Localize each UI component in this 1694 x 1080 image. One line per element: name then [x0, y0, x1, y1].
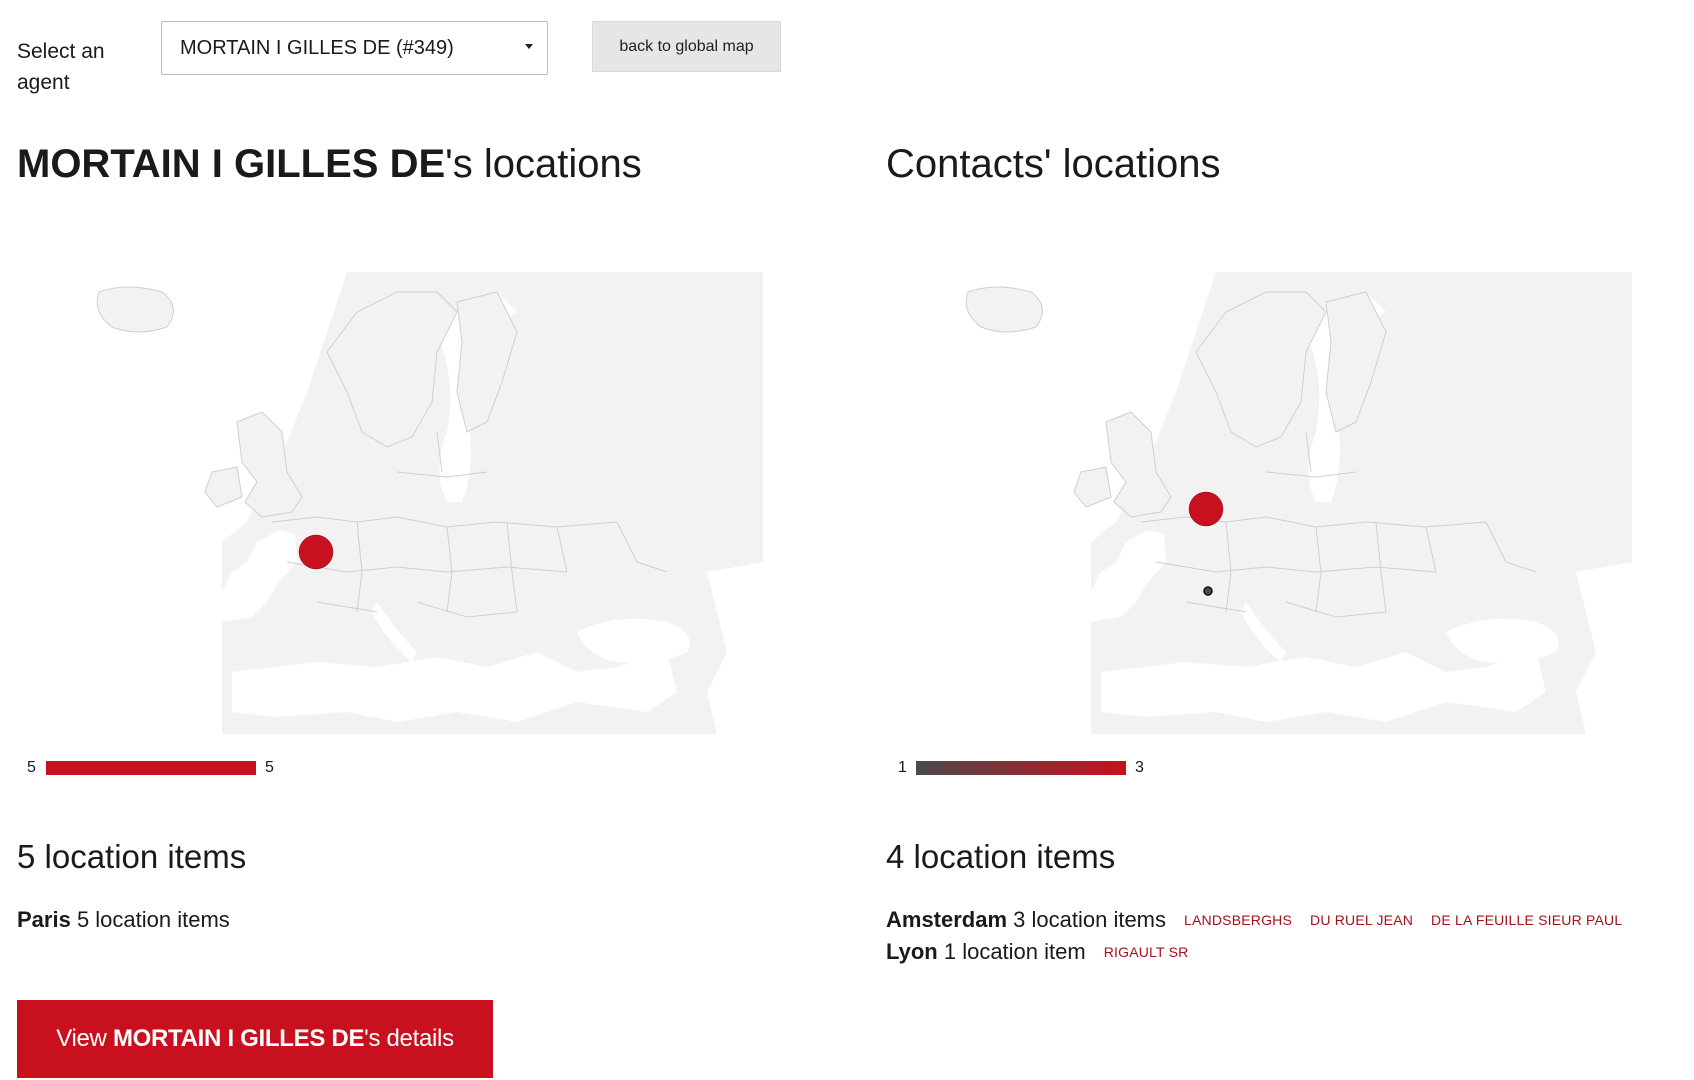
agent-locations-heading: MORTAIN I GILLES DE's locations: [17, 142, 642, 187]
map-basemap: [965, 272, 1632, 734]
agent-select[interactable]: MORTAIN I GILLES DE (#349): [161, 21, 548, 75]
map-basemap: [96, 272, 763, 734]
left-legend-min: 5: [27, 759, 36, 776]
right-legend-min: 1: [898, 759, 907, 776]
location-city: Paris: [17, 907, 71, 932]
map-markers: [298, 534, 334, 570]
left-legend-scale-bar: [46, 761, 256, 775]
location-item-count: 3 location items: [1007, 907, 1167, 932]
right-legend-scale-bar: [916, 761, 1126, 775]
agent-locations-map[interactable]: [17, 272, 763, 734]
right-legend-max: 3: [1135, 759, 1144, 776]
map-marker-amsterdam[interactable]: [1188, 491, 1224, 527]
location-city: Amsterdam: [886, 907, 1008, 932]
contacts-locations-heading: Contacts' locations: [886, 142, 1221, 186]
location-city: Lyon: [886, 939, 938, 964]
location-item-count: 5 location items: [70, 907, 230, 932]
agent-name: MORTAIN I GILLES DE: [17, 142, 446, 186]
contact-link[interactable]: LANDSBERGHS: [1184, 912, 1292, 928]
agent-select-label: Select an agent: [17, 40, 105, 94]
chevron-down-icon: [525, 44, 533, 49]
right-location-count: 4 location items: [886, 838, 1116, 875]
contact-link[interactable]: DU RUEL JEAN: [1310, 912, 1413, 928]
details-prefix: View: [56, 1025, 113, 1052]
location-item-count: 1 location item: [937, 939, 1086, 964]
location-row: Paris 5 location items: [17, 907, 230, 933]
details-agent-name: MORTAIN I GILLES DE: [112, 1025, 365, 1052]
heading-suffix: 's locations: [445, 142, 642, 186]
contacts-location-list: Amsterdam 3 location items LANDSBERGHS DU …: [886, 907, 1622, 971]
location-row: Lyon 1 location item RIGAULT SR: [886, 939, 1622, 965]
details-suffix: 's details: [364, 1025, 454, 1052]
left-legend-max: 5: [265, 759, 274, 776]
left-location-count: 5 location items: [17, 838, 247, 875]
back-to-global-map-button[interactable]: back to global map: [592, 21, 781, 72]
contacts-locations-map[interactable]: [886, 272, 1632, 734]
agent-location-list: Paris 5 location items: [17, 907, 230, 939]
contact-link[interactable]: RIGAULT SR: [1104, 944, 1189, 960]
location-row: Amsterdam 3 location items LANDSBERGHS DU …: [886, 907, 1622, 933]
map-marker-paris[interactable]: [298, 534, 334, 570]
contact-link[interactable]: DE LA FEUILLE SIEUR PAUL: [1431, 912, 1622, 928]
map-marker-lyon[interactable]: [1203, 586, 1213, 596]
view-agent-details-button[interactable]: View MORTAIN I GILLES DE's details: [17, 1000, 493, 1078]
agent-select-value: MORTAIN I GILLES DE (#349): [180, 36, 454, 59]
